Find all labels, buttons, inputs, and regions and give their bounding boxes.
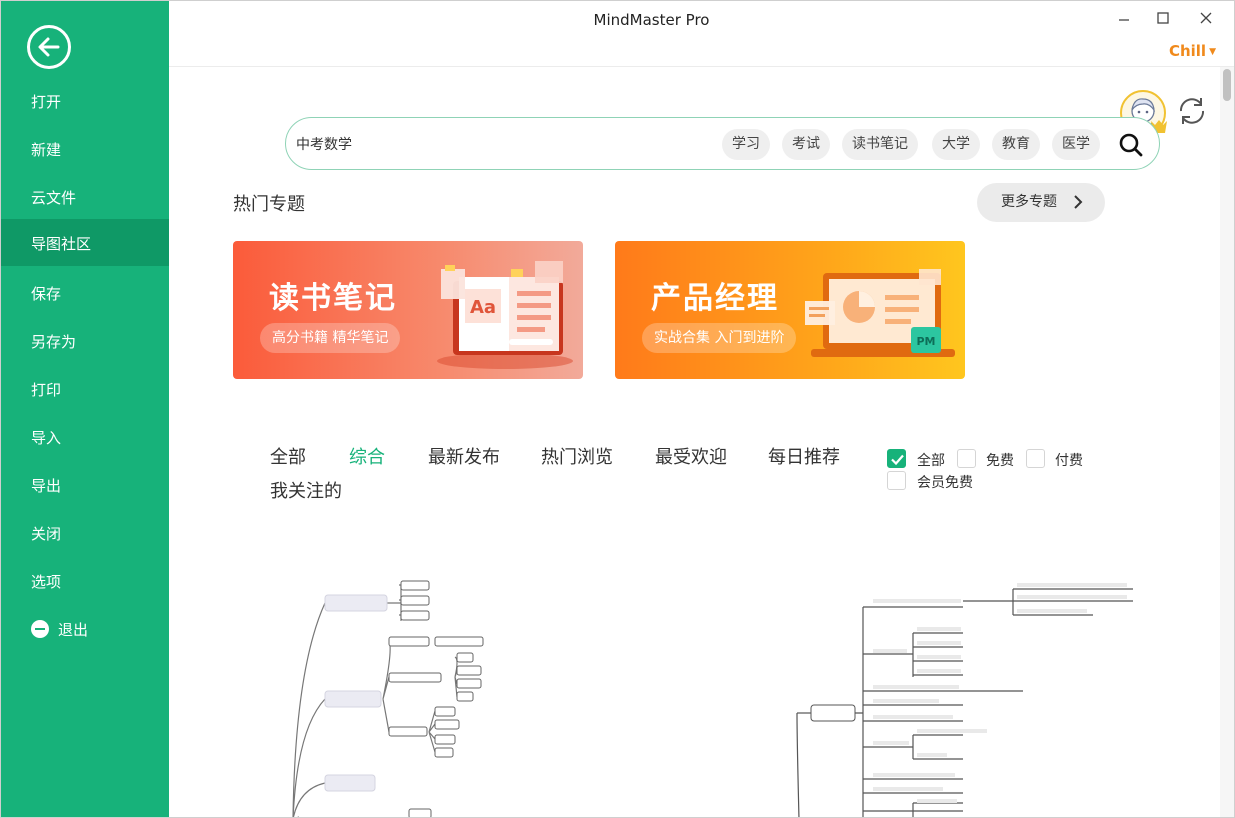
tab-popular-views[interactable]: 热门浏览 xyxy=(541,443,613,469)
price-filter-member-free-checkbox[interactable] xyxy=(887,471,906,490)
search-tag[interactable]: 学习 xyxy=(722,129,770,160)
price-filter-free-checkbox[interactable] xyxy=(957,449,976,468)
banner-subtitle: 高分书籍 精华笔记 xyxy=(260,323,401,353)
title-bar: MindMaster Pro Chill ▼ xyxy=(169,1,1234,67)
price-filter-label: 全部 xyxy=(917,453,945,469)
maximize-icon[interactable] xyxy=(1152,7,1174,29)
sidebar-item-print[interactable]: 打印 xyxy=(1,366,169,414)
price-filter-paid-checkbox[interactable] xyxy=(1026,449,1045,468)
vertical-scrollbar[interactable] xyxy=(1220,67,1234,817)
price-filter-label: 免费 xyxy=(986,453,1014,469)
sidebar-item-new[interactable]: 新建 xyxy=(1,126,169,174)
search-tag[interactable]: 教育 xyxy=(992,129,1040,160)
search-tag[interactable]: 考试 xyxy=(782,129,830,160)
sidebar-item-import[interactable]: 导入 xyxy=(1,414,169,462)
sidebar-item-cloud-files[interactable]: 云文件 xyxy=(1,174,169,222)
sidebar-item-open[interactable]: 打开 xyxy=(1,78,169,126)
search-tag[interactable]: 读书笔记 xyxy=(842,129,918,160)
sidebar-item-save-as[interactable]: 另存为 xyxy=(1,318,169,366)
mindmap-card[interactable] xyxy=(713,549,1163,817)
more-topics-button[interactable]: 更多专题 xyxy=(977,183,1105,222)
sidebar-item-options[interactable]: 选项 xyxy=(1,558,169,606)
mindmap-card[interactable] xyxy=(233,549,683,817)
chevron-down-icon: ▼ xyxy=(1209,47,1216,57)
mindmap-thumbnail xyxy=(292,580,484,817)
laptop-chart-illustration-icon: PM xyxy=(805,269,955,357)
refresh-icon[interactable] xyxy=(1174,93,1210,129)
open-book-illustration-icon: Aa xyxy=(437,261,573,369)
tab-all[interactable]: 全部 xyxy=(270,443,306,469)
price-filter-label: 会员免费 xyxy=(917,475,973,491)
price-filter-all-checkbox[interactable] xyxy=(887,449,906,468)
search-icon[interactable] xyxy=(1118,132,1144,158)
banner-subtitle: 实战合集 入门到进阶 xyxy=(642,323,797,353)
banner-title: 产品经理 xyxy=(651,281,779,316)
user-menu[interactable]: Chill ▼ xyxy=(1169,42,1216,60)
search-tag[interactable]: 大学 xyxy=(932,129,980,160)
sidebar-item-exit[interactable]: 退出 xyxy=(1,606,169,654)
window-title: MindMaster Pro xyxy=(593,11,710,29)
tab-following[interactable]: 我关注的 xyxy=(270,477,342,503)
arrow-left-icon xyxy=(38,37,60,57)
exit-icon xyxy=(31,620,49,638)
section-title-hot-topics: 热门专题 xyxy=(233,194,305,215)
price-filter-label: 付费 xyxy=(1055,453,1083,469)
sidebar-item-close[interactable]: 关闭 xyxy=(1,510,169,558)
topic-banner-reading-notes[interactable]: 读书笔记 高分书籍 精华笔记 Aa xyxy=(233,241,583,379)
check-icon xyxy=(891,454,904,466)
tab-most-liked[interactable]: 最受欢迎 xyxy=(655,443,727,469)
topic-banner-product-manager[interactable]: 产品经理 实战合集 入门到进阶 PM xyxy=(615,241,965,379)
search-bar: 学习 考试 读书笔记 大学 教育 医学 xyxy=(285,117,1160,170)
banner-icon-text: Aa xyxy=(470,297,496,318)
file-sidebar: 打开 新建 云文件 导图社区 保存 另存为 打印 导入 导出 关闭 选项 退出 xyxy=(1,1,169,817)
tab-latest[interactable]: 最新发布 xyxy=(428,443,500,469)
search-tag[interactable]: 医学 xyxy=(1052,129,1100,160)
sidebar-item-community[interactable]: 导图社区 xyxy=(1,219,169,266)
chevron-right-icon xyxy=(1074,195,1083,209)
tab-comprehensive[interactable]: 综合 xyxy=(349,443,385,469)
banner-icon-text: PM xyxy=(916,335,935,348)
sidebar-item-save[interactable]: 保存 xyxy=(1,270,169,318)
sidebar-item-export[interactable]: 导出 xyxy=(1,462,169,510)
search-input[interactable] xyxy=(296,132,596,156)
app-window: 打开 新建 云文件 导图社区 保存 另存为 打印 导入 导出 关闭 选项 退出 … xyxy=(0,0,1235,818)
tab-daily-picks[interactable]: 每日推荐 xyxy=(768,443,840,469)
banner-title: 读书笔记 xyxy=(269,281,397,316)
close-icon[interactable] xyxy=(1195,7,1217,29)
mindmap-thumbnail xyxy=(796,583,1133,817)
back-button[interactable] xyxy=(27,25,71,69)
minimize-icon[interactable] xyxy=(1113,7,1135,29)
scroll-thumb[interactable] xyxy=(1223,69,1231,101)
